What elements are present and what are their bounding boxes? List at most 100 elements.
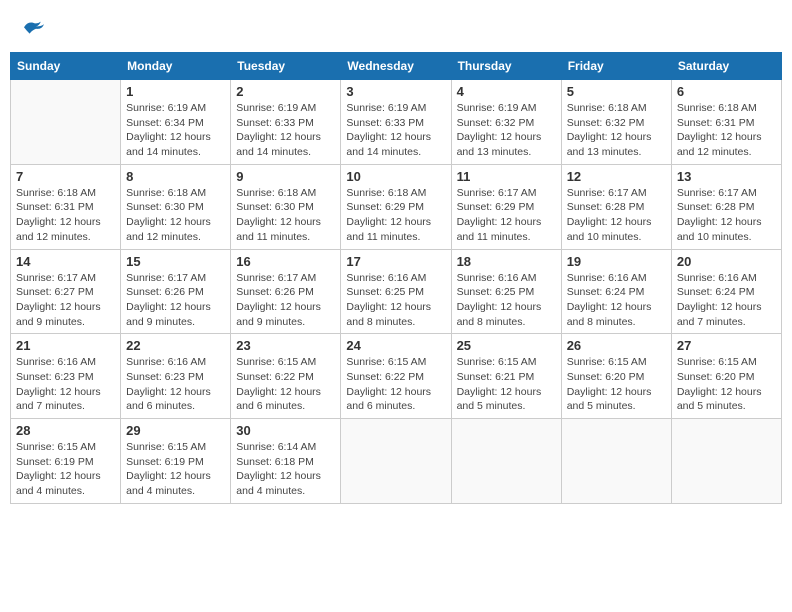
weekday-header-row: SundayMondayTuesdayWednesdayThursdayFrid…	[11, 53, 782, 80]
day-info: Sunrise: 6:15 AM Sunset: 6:22 PM Dayligh…	[346, 355, 445, 414]
day-info: Sunrise: 6:15 AM Sunset: 6:21 PM Dayligh…	[457, 355, 556, 414]
day-info: Sunrise: 6:18 AM Sunset: 6:29 PM Dayligh…	[346, 186, 445, 245]
day-number: 25	[457, 338, 556, 353]
subtitle	[10, 42, 782, 52]
day-info: Sunrise: 6:17 AM Sunset: 6:26 PM Dayligh…	[236, 271, 335, 330]
header	[10, 10, 782, 42]
calendar-cell: 22 Sunrise: 6:16 AM Sunset: 6:23 PM Dayli…	[121, 334, 231, 419]
calendar-week-4: 28 Sunrise: 6:15 AM Sunset: 6:19 PM Dayli…	[11, 419, 782, 504]
weekday-header-thursday: Thursday	[451, 53, 561, 80]
day-number: 3	[346, 84, 445, 99]
day-number: 14	[16, 254, 115, 269]
calendar-body: 1 Sunrise: 6:19 AM Sunset: 6:34 PM Daylig…	[11, 80, 782, 504]
calendar-week-2: 14 Sunrise: 6:17 AM Sunset: 6:27 PM Dayli…	[11, 249, 782, 334]
calendar-cell: 16 Sunrise: 6:17 AM Sunset: 6:26 PM Dayli…	[231, 249, 341, 334]
day-number: 27	[677, 338, 776, 353]
calendar-cell	[11, 80, 121, 165]
calendar-cell: 10 Sunrise: 6:18 AM Sunset: 6:29 PM Dayli…	[341, 164, 451, 249]
calendar-cell: 6 Sunrise: 6:18 AM Sunset: 6:31 PM Daylig…	[671, 80, 781, 165]
day-number: 28	[16, 423, 115, 438]
day-number: 11	[457, 169, 556, 184]
calendar-cell: 5Sunrise: 6:18 AM Sunset: 6:32 PM Daylig…	[561, 80, 671, 165]
day-info: Sunrise: 6:18 AM Sunset: 6:32 PM Dayligh…	[567, 101, 666, 160]
calendar-week-1: 7 Sunrise: 6:18 AM Sunset: 6:31 PM Daylig…	[11, 164, 782, 249]
calendar-cell: 21Sunrise: 6:16 AM Sunset: 6:23 PM Dayli…	[11, 334, 121, 419]
day-info: Sunrise: 6:19 AM Sunset: 6:33 PM Dayligh…	[236, 101, 335, 160]
day-info: Sunrise: 6:17 AM Sunset: 6:29 PM Dayligh…	[457, 186, 556, 245]
calendar-cell: 27Sunrise: 6:15 AM Sunset: 6:20 PM Dayli…	[671, 334, 781, 419]
day-info: Sunrise: 6:17 AM Sunset: 6:26 PM Dayligh…	[126, 271, 225, 330]
day-number: 18	[457, 254, 556, 269]
calendar-cell: 26 Sunrise: 6:15 AM Sunset: 6:20 PM Dayli…	[561, 334, 671, 419]
calendar-cell: 1 Sunrise: 6:19 AM Sunset: 6:34 PM Daylig…	[121, 80, 231, 165]
logo-bird-icon	[20, 18, 44, 38]
weekday-header-sunday: Sunday	[11, 53, 121, 80]
calendar-cell: 29 Sunrise: 6:15 AM Sunset: 6:19 PM Dayli…	[121, 419, 231, 504]
day-info: Sunrise: 6:18 AM Sunset: 6:30 PM Dayligh…	[236, 186, 335, 245]
calendar-cell: 25 Sunrise: 6:15 AM Sunset: 6:21 PM Dayli…	[451, 334, 561, 419]
calendar-cell: 20Sunrise: 6:16 AM Sunset: 6:24 PM Dayli…	[671, 249, 781, 334]
day-info: Sunrise: 6:16 AM Sunset: 6:25 PM Dayligh…	[457, 271, 556, 330]
calendar-week-3: 21Sunrise: 6:16 AM Sunset: 6:23 PM Dayli…	[11, 334, 782, 419]
calendar-cell: 17 Sunrise: 6:16 AM Sunset: 6:25 PM Dayli…	[341, 249, 451, 334]
weekday-header-wednesday: Wednesday	[341, 53, 451, 80]
calendar-cell	[561, 419, 671, 504]
calendar-cell: 18 Sunrise: 6:16 AM Sunset: 6:25 PM Dayli…	[451, 249, 561, 334]
day-number: 29	[126, 423, 225, 438]
day-info: Sunrise: 6:17 AM Sunset: 6:28 PM Dayligh…	[677, 186, 776, 245]
calendar-cell	[671, 419, 781, 504]
calendar-cell: 30Sunrise: 6:14 AM Sunset: 6:18 PM Dayli…	[231, 419, 341, 504]
day-info: Sunrise: 6:15 AM Sunset: 6:19 PM Dayligh…	[16, 440, 115, 499]
day-number: 7	[16, 169, 115, 184]
calendar-cell	[341, 419, 451, 504]
day-number: 23	[236, 338, 335, 353]
day-number: 15	[126, 254, 225, 269]
day-info: Sunrise: 6:17 AM Sunset: 6:27 PM Dayligh…	[16, 271, 115, 330]
calendar-cell	[451, 419, 561, 504]
day-info: Sunrise: 6:18 AM Sunset: 6:31 PM Dayligh…	[677, 101, 776, 160]
day-info: Sunrise: 6:19 AM Sunset: 6:33 PM Dayligh…	[346, 101, 445, 160]
day-number: 22	[126, 338, 225, 353]
day-info: Sunrise: 6:15 AM Sunset: 6:22 PM Dayligh…	[236, 355, 335, 414]
day-number: 13	[677, 169, 776, 184]
logo	[20, 18, 44, 38]
calendar-cell: 19Sunrise: 6:16 AM Sunset: 6:24 PM Dayli…	[561, 249, 671, 334]
day-number: 16	[236, 254, 335, 269]
day-number: 8	[126, 169, 225, 184]
day-number: 9	[236, 169, 335, 184]
calendar-cell: 3 Sunrise: 6:19 AM Sunset: 6:33 PM Daylig…	[341, 80, 451, 165]
day-number: 24	[346, 338, 445, 353]
weekday-header-tuesday: Tuesday	[231, 53, 341, 80]
day-info: Sunrise: 6:18 AM Sunset: 6:31 PM Dayligh…	[16, 186, 115, 245]
calendar-cell: 7 Sunrise: 6:18 AM Sunset: 6:31 PM Daylig…	[11, 164, 121, 249]
weekday-header-monday: Monday	[121, 53, 231, 80]
day-number: 20	[677, 254, 776, 269]
day-number: 10	[346, 169, 445, 184]
day-number: 19	[567, 254, 666, 269]
day-info: Sunrise: 6:16 AM Sunset: 6:23 PM Dayligh…	[126, 355, 225, 414]
calendar-cell: 24 Sunrise: 6:15 AM Sunset: 6:22 PM Dayli…	[341, 334, 451, 419]
weekday-header-saturday: Saturday	[671, 53, 781, 80]
calendar-table: SundayMondayTuesdayWednesdayThursdayFrid…	[10, 52, 782, 504]
calendar-cell: 4 Sunrise: 6:19 AM Sunset: 6:32 PM Daylig…	[451, 80, 561, 165]
weekday-header-friday: Friday	[561, 53, 671, 80]
day-number: 30	[236, 423, 335, 438]
calendar-week-0: 1 Sunrise: 6:19 AM Sunset: 6:34 PM Daylig…	[11, 80, 782, 165]
calendar-cell: 12Sunrise: 6:17 AM Sunset: 6:28 PM Dayli…	[561, 164, 671, 249]
calendar-header: SundayMondayTuesdayWednesdayThursdayFrid…	[11, 53, 782, 80]
calendar-cell: 23 Sunrise: 6:15 AM Sunset: 6:22 PM Dayli…	[231, 334, 341, 419]
day-info: Sunrise: 6:19 AM Sunset: 6:34 PM Dayligh…	[126, 101, 225, 160]
day-number: 17	[346, 254, 445, 269]
day-info: Sunrise: 6:18 AM Sunset: 6:30 PM Dayligh…	[126, 186, 225, 245]
calendar-cell: 2Sunrise: 6:19 AM Sunset: 6:33 PM Daylig…	[231, 80, 341, 165]
day-number: 26	[567, 338, 666, 353]
day-number: 12	[567, 169, 666, 184]
day-number: 6	[677, 84, 776, 99]
day-info: Sunrise: 6:16 AM Sunset: 6:25 PM Dayligh…	[346, 271, 445, 330]
calendar-cell: 13 Sunrise: 6:17 AM Sunset: 6:28 PM Dayli…	[671, 164, 781, 249]
day-info: Sunrise: 6:15 AM Sunset: 6:19 PM Dayligh…	[126, 440, 225, 499]
day-info: Sunrise: 6:19 AM Sunset: 6:32 PM Dayligh…	[457, 101, 556, 160]
day-number: 4	[457, 84, 556, 99]
day-number: 1	[126, 84, 225, 99]
day-info: Sunrise: 6:15 AM Sunset: 6:20 PM Dayligh…	[567, 355, 666, 414]
